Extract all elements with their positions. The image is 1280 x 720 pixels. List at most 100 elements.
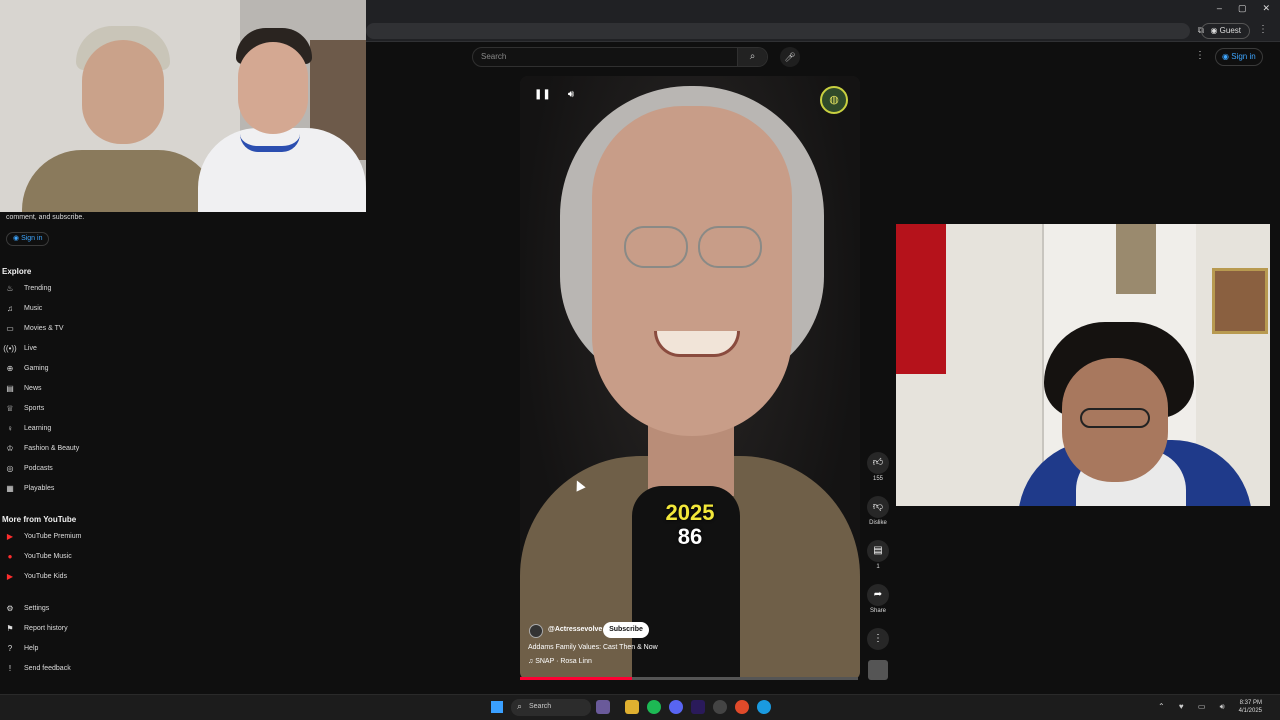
- guest-profile-button[interactable]: ◉ Guest: [1201, 23, 1250, 39]
- sidebar-item-youtube-kids[interactable]: ▶ YouTube Kids: [0, 567, 110, 585]
- taskbar-search-label: Search: [529, 703, 552, 710]
- sidebar-item-label: Send feedback: [24, 664, 71, 672]
- sidebar-signin-button[interactable]: ◉ Sign in: [6, 232, 50, 246]
- sidebar-item-label: Live: [24, 344, 37, 352]
- trending-icon: ♨: [6, 283, 14, 293]
- sidebar-item-label: Learning: [24, 424, 52, 432]
- edge-icon[interactable]: [757, 700, 771, 714]
- dislike-action[interactable]: 👎︎ Dislike: [866, 496, 890, 526]
- signin-prompt-text: comment, and subscribe.: [6, 214, 85, 221]
- sidebar-item-gaming[interactable]: ⊕ Gaming: [0, 359, 110, 377]
- webcam-poster-frame: [1116, 224, 1156, 294]
- sidebar-item-label: YouTube Kids: [24, 572, 68, 580]
- obs-icon[interactable]: [713, 700, 727, 714]
- sidebar-item-movies[interactable]: ▭ Movies & TV: [0, 319, 110, 337]
- comment-action[interactable]: ▤ 1: [866, 540, 890, 570]
- sidebar-item-youtube-music[interactable]: ● YouTube Music: [0, 547, 110, 565]
- sidebar-item-report-history[interactable]: ⚑ Report history: [0, 619, 110, 637]
- subscribe-button[interactable]: Subscribe: [603, 622, 649, 638]
- more-options-icon[interactable]: ⋮: [1195, 50, 1205, 61]
- taskbar-search[interactable]: ⌕ Search: [511, 699, 591, 716]
- feedback-icon: !: [8, 663, 12, 673]
- channel-name[interactable]: @Actressevolve: [548, 626, 602, 633]
- short-music[interactable]: ♫ SNAP · Rosa Linn: [528, 658, 592, 665]
- chrome-icon[interactable]: [735, 700, 749, 714]
- file-explorer-icon[interactable]: [625, 700, 639, 714]
- person-right-collar: [240, 134, 300, 152]
- system-tray[interactable]: ⌃ ♥ ▭ 🔊︎: [1158, 702, 1231, 712]
- help-icon: ?: [7, 643, 13, 653]
- video-progress-fill: [520, 677, 632, 680]
- windows-start-icon[interactable]: [491, 701, 503, 713]
- search-icon: ⌕: [749, 51, 756, 62]
- spotify-icon[interactable]: [647, 700, 661, 714]
- widgets-icon[interactable]: [596, 700, 610, 714]
- sidebar-item-live[interactable]: ((•)) Live: [0, 339, 110, 357]
- video-subject-smile: [654, 331, 740, 357]
- address-bar[interactable]: [366, 23, 1190, 39]
- flag-icon: ⚑: [6, 623, 14, 633]
- search-icon: ⌕: [517, 701, 523, 711]
- sidebar-signin-label: Sign in: [21, 235, 43, 242]
- short-title[interactable]: Addams Family Values: Cast Then & Now: [528, 644, 658, 651]
- sports-icon: ♕: [6, 403, 14, 413]
- profile-icon: ◉: [1210, 26, 1220, 35]
- sidebar-item-label: YouTube Music: [24, 552, 72, 560]
- like-action[interactable]: 👍︎ 155: [866, 452, 890, 482]
- header-signin-button[interactable]: ◉ Sign in: [1215, 48, 1263, 66]
- windows-taskbar: ⌕ Search ⌃ ♥ ▭ 🔊︎ 8:37 PM 4/1/2025: [0, 694, 1280, 720]
- premiere-icon[interactable]: [691, 700, 705, 714]
- sidebar-item-playables[interactable]: ▦ Playables: [0, 479, 110, 497]
- channel-avatar[interactable]: [529, 624, 543, 638]
- sidebar-item-settings[interactable]: ⚙ Settings: [0, 599, 110, 617]
- video-progress-bar[interactable]: [520, 677, 858, 680]
- search-button[interactable]: ⌕: [737, 48, 767, 66]
- sidebar-item-send-feedback[interactable]: ! Send feedback: [0, 659, 110, 677]
- header-signin-label: Sign in: [1231, 52, 1256, 61]
- browser-menu-icon[interactable]: ⋮: [1258, 24, 1268, 35]
- discord-icon[interactable]: [669, 700, 683, 714]
- sidebar-item-fashion[interactable]: ♔ Fashion & Beauty: [0, 439, 110, 457]
- share-action[interactable]: ➦ Share: [866, 584, 890, 614]
- sidebar-item-label: Gaming: [24, 364, 49, 372]
- sidebar-item-podcasts[interactable]: ◎ Podcasts: [0, 459, 110, 477]
- person-left-body: [22, 150, 218, 212]
- more-action[interactable]: ⋮: [866, 628, 890, 650]
- search-box[interactable]: Search ⌕: [472, 47, 768, 67]
- webcam-red-poster: [896, 224, 946, 374]
- sidebar-item-trending[interactable]: ♨ Trending: [0, 279, 110, 297]
- pause-button[interactable]: ❚❚: [534, 87, 551, 103]
- maximize-button[interactable]: ▢: [1238, 3, 1247, 14]
- thumbs-down-icon: 👎︎: [867, 496, 889, 518]
- volume-button[interactable]: 🔊︎: [563, 87, 579, 103]
- guide-sidebar: comment, and subscribe. ◉ Sign in Explor…: [0, 212, 110, 692]
- sidebar-item-music[interactable]: ♫ Music: [0, 299, 110, 317]
- taskbar-clock[interactable]: 8:37 PM 4/1/2025: [1232, 699, 1262, 715]
- learning-icon: ♀: [7, 423, 13, 433]
- person-right-head: [238, 42, 308, 134]
- sidebar-item-sports[interactable]: ♕ Sports: [0, 399, 110, 417]
- minimize-button[interactable]: –: [1217, 3, 1222, 14]
- voice-search-button[interactable]: 🎤︎: [780, 47, 800, 67]
- sidebar-item-label: Playables: [24, 484, 55, 492]
- share-label: Share: [869, 608, 886, 614]
- video-subject-face: [592, 106, 792, 436]
- pause-icon: ❚❚: [534, 89, 551, 100]
- sidebar-item-help[interactable]: ? Help: [0, 639, 110, 657]
- live-icon: ((•)): [3, 343, 17, 353]
- gaming-icon: ⊕: [6, 363, 14, 373]
- youtube-premium-icon: ▶: [6, 531, 14, 541]
- sidebar-item-label: Movies & TV: [24, 324, 64, 332]
- sound-thumbnail[interactable]: [868, 660, 888, 680]
- sidebar-item-premium[interactable]: ▶ YouTube Premium: [0, 527, 110, 545]
- playables-icon: ▦: [6, 483, 14, 493]
- sidebar-item-label: Help: [24, 644, 39, 652]
- close-button[interactable]: ✕: [1262, 3, 1270, 14]
- screen: – ▢ ✕ ⧉ ◉ Guest ⋮ Search ⌕ 🎤︎ ⋮ ◉ Sign i…: [0, 0, 1280, 720]
- search-input[interactable]: Search: [481, 52, 506, 61]
- channel-watermark-icon: ◍: [820, 86, 848, 114]
- sidebar-item-news[interactable]: ▤ News: [0, 379, 110, 397]
- short-video-player[interactable]: [520, 76, 860, 680]
- news-icon: ▤: [6, 383, 14, 393]
- sidebar-item-learning[interactable]: ♀ Learning: [0, 419, 110, 437]
